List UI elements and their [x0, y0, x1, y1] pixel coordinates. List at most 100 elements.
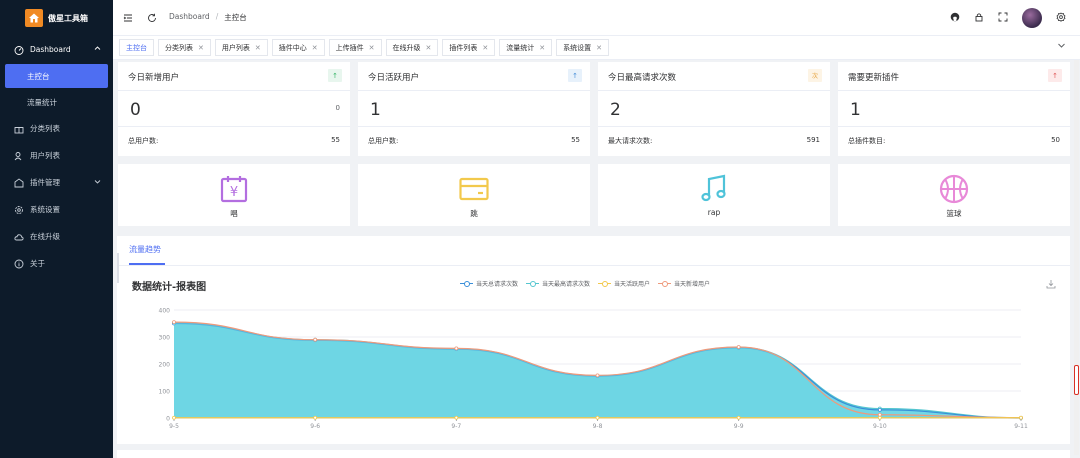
chevron-down-icon[interactable] [1057, 41, 1066, 52]
data-point [877, 415, 882, 420]
close-icon[interactable]: ✕ [369, 44, 375, 52]
sidebar-item-label: 系统设置 [30, 205, 60, 214]
tab-bar: 主控台 分类列表 ✕ 用户列表 ✕ 插件中心 ✕ 上传插件 ✕ 在线升级 ✕ 插件列表 ✕ … [113, 36, 1080, 60]
sidebar-item-label: 分类列表 [30, 124, 60, 133]
refresh-icon[interactable] [145, 11, 159, 25]
sidebar-item-users[interactable]: 用户列表 [0, 142, 113, 169]
close-icon[interactable]: ✕ [596, 44, 602, 52]
data-point [736, 345, 741, 349]
scrollbar-thumb[interactable] [1074, 365, 1079, 395]
y-tick-label: 400 [159, 308, 171, 315]
top-header: Dashboard / 主控台 [113, 0, 1080, 36]
close-icon[interactable]: ✕ [255, 44, 261, 52]
sidebar-item-upgrade[interactable]: 在线升级 [0, 223, 113, 250]
icon-card-label: 篮球 [946, 209, 962, 218]
data-point [313, 337, 318, 342]
tab-system-settings[interactable]: 系统设置 ✕ [556, 39, 609, 56]
sidebar-subitem-traffic[interactable]: 流量统计 [0, 89, 113, 115]
close-icon[interactable]: ✕ [198, 44, 204, 52]
sidebar-item-plugins[interactable]: 插件管理 [0, 169, 113, 196]
icon-card-rap[interactable]: rap [598, 164, 830, 226]
gear-icon [14, 205, 24, 215]
tab-label: 系统设置 [563, 43, 592, 52]
tab-online-upgrade[interactable]: 在线升级 ✕ [385, 39, 439, 56]
stat-value: 0 [130, 100, 141, 120]
sidebar-item-label: 流量统计 [27, 97, 57, 107]
tab-plugin-center[interactable]: 插件中心 ✕ [271, 39, 325, 56]
home-logo-icon [25, 9, 43, 27]
tab-users[interactable]: 用户列表 ✕ [214, 39, 268, 56]
data-point [877, 407, 882, 412]
info-icon [14, 259, 24, 269]
close-icon[interactable]: ✕ [539, 44, 545, 52]
stat-card-active-users: 今日活跃用户 ↑ 1 总用户数: 55 [358, 62, 590, 156]
x-tick-label: 9-11 [1014, 423, 1028, 430]
github-icon[interactable] [950, 12, 960, 24]
y-tick-label: 300 [159, 335, 171, 342]
settings-gear-icon[interactable] [1056, 12, 1066, 24]
data-point [877, 412, 882, 417]
fullscreen-icon[interactable] [998, 12, 1008, 24]
avatar[interactable] [1022, 8, 1042, 28]
stat-foot-value: 50 [1051, 136, 1060, 144]
stat-foot-label: 总用户数: [368, 137, 399, 145]
svg-text:¥: ¥ [230, 185, 238, 200]
tab-label: 在线升级 [392, 43, 421, 52]
stat-card-new-users: 今日新增用户 ↑ 0 0 总用户数: 55 [118, 62, 350, 156]
breadcrumb-separator: / [215, 12, 219, 21]
tab-upload-plugin[interactable]: 上传插件 ✕ [328, 39, 382, 56]
sidebar-item-dashboard[interactable]: Dashboard [0, 36, 113, 63]
tab-categories[interactable]: 分类列表 ✕ [158, 39, 211, 56]
data-point [736, 415, 741, 420]
icon-card-basketball[interactable]: 篮球 [838, 164, 1070, 226]
tab-traffic[interactable]: 流量统计 ✕ [499, 39, 553, 56]
x-tick-label: 9-9 [734, 423, 744, 430]
icon-card-jump[interactable]: 跳 [358, 164, 590, 226]
x-tick-label: 9-8 [593, 423, 603, 430]
tab-label: 插件列表 [449, 43, 478, 52]
data-point [172, 320, 176, 325]
sidebar-item-label: 插件管理 [30, 178, 60, 187]
stat-small-value: 0 [335, 104, 340, 112]
sidebar-item-label: 在线升级 [30, 232, 60, 241]
breadcrumb-root[interactable]: Dashboard [169, 12, 210, 23]
stat-value: 1 [370, 100, 381, 120]
tab-plugin-list[interactable]: 插件列表 ✕ [442, 39, 496, 56]
data-point [595, 415, 600, 420]
x-tick-label: 9-7 [451, 423, 461, 430]
dashboard-icon [14, 45, 24, 55]
close-icon[interactable]: ✕ [426, 44, 432, 52]
sidebar: 傲星工具箱 Dashboard 主控台 流量统计 分类列表 用户列表 插件管理 [0, 0, 113, 458]
sidebar-item-categories[interactable]: 分类列表 [0, 115, 113, 142]
sidebar-subitem-main-console[interactable]: 主控台 [5, 64, 108, 88]
stat-foot-label: 总用户数: [128, 137, 159, 145]
sidebar-item-label: 主控台 [27, 71, 50, 81]
stat-card-max-requests: 今日最高请求次数 次 2 最大请求次数: 591 [598, 62, 830, 156]
sidebar-item-about[interactable]: 关于 [0, 250, 113, 277]
tab-label: 分类列表 [165, 43, 193, 52]
app-logo[interactable]: 傲星工具箱 [0, 0, 113, 36]
tab-label: 主控台 [126, 43, 147, 52]
sidebar-item-settings[interactable]: 系统设置 [0, 196, 113, 223]
x-tick-label: 9-5 [169, 423, 179, 430]
x-tick-label: 9-6 [310, 423, 320, 430]
menu-fold-icon[interactable] [121, 11, 135, 25]
traffic-area-chart: 0 100 200 300 400 9-5 9-6 9-7 9-8 9-9 9-10 9-11 [159, 308, 1028, 431]
page-scrollbar[interactable] [1074, 60, 1079, 455]
stat-foot-value: 55 [331, 136, 340, 144]
stat-title: 今日最高请求次数 [608, 73, 677, 83]
close-icon[interactable]: ✕ [482, 44, 488, 52]
chevron-up-icon [94, 45, 101, 54]
icon-card-label: 唱 [230, 209, 238, 218]
next-panel-edge [117, 450, 1070, 458]
tab-label: 用户列表 [221, 43, 250, 52]
icon-card-sing[interactable]: ¥ 唱 [118, 164, 350, 226]
stat-foot-label: 总插件数目: [848, 137, 886, 145]
stat-value: 1 [850, 100, 861, 120]
close-icon[interactable]: ✕ [312, 44, 318, 52]
y-tick-label: 200 [159, 362, 171, 369]
tab-label: 上传插件 [335, 43, 364, 52]
tab-main-console[interactable]: 主控台 [119, 39, 154, 56]
arrow-up-icon: ↑ [328, 69, 342, 82]
lock-icon[interactable] [974, 12, 984, 24]
